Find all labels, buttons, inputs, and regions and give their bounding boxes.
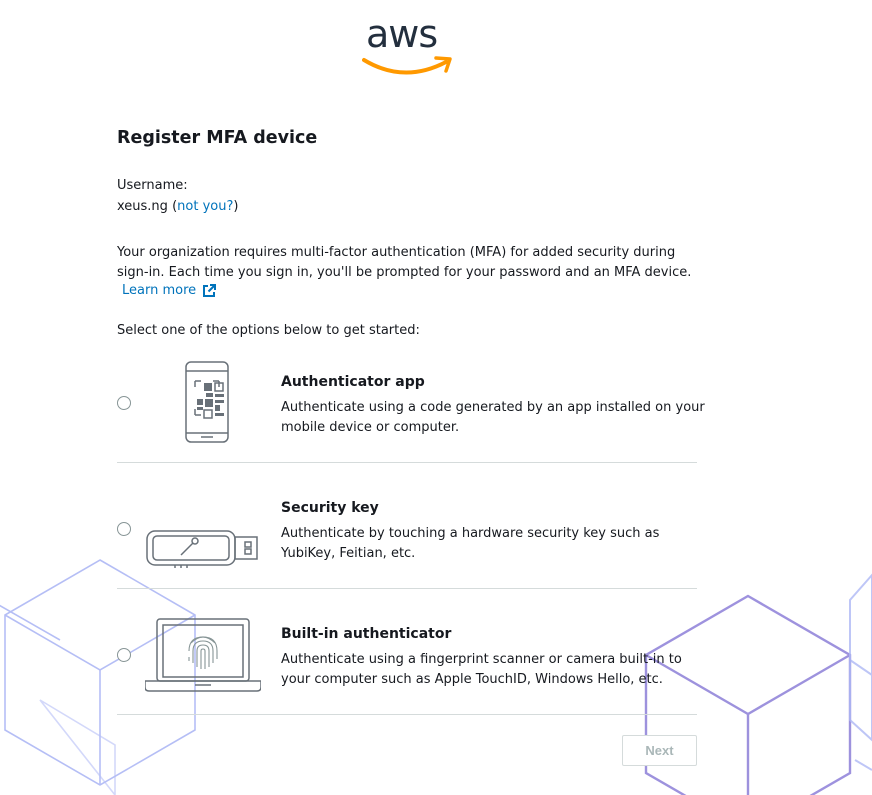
description-line: sign-in. Each time you sign in, you'll b… xyxy=(117,265,692,280)
option-description-line: Authenticate using a code generated by a… xyxy=(281,400,705,415)
option-title: Built-in authenticator xyxy=(281,626,452,642)
username-label: Username: xyxy=(117,178,188,193)
page-title: Register MFA device xyxy=(117,128,318,148)
learn-more-label: Learn more xyxy=(122,283,197,298)
option-built-in-authenticator[interactable]: Built-in authenticator Authenticate usin… xyxy=(117,589,697,715)
learn-more-link[interactable]: Learn more xyxy=(122,283,217,298)
aws-logo: aws xyxy=(362,12,454,75)
select-prompt: Select one of the options below to get s… xyxy=(117,323,420,338)
option-description-line: mobile device or computer. xyxy=(281,420,460,435)
option-title: Security key xyxy=(281,500,379,516)
mfa-description: Your organization requires multi-factor … xyxy=(117,243,697,283)
radio-built-in-authenticator[interactable] xyxy=(117,648,131,662)
option-description: Authenticate by touching a hardware secu… xyxy=(281,524,701,564)
option-description-line: Authenticate by touching a hardware secu… xyxy=(281,526,660,541)
external-link-icon xyxy=(203,283,217,297)
username-value: xeus.ng xyxy=(117,199,168,214)
option-authenticator-app[interactable]: Authenticator app Authenticate using a c… xyxy=(117,337,705,463)
radio-security-key[interactable] xyxy=(117,522,131,536)
option-description: Authenticate using a code generated by a… xyxy=(281,398,705,438)
aws-smile-icon xyxy=(362,56,452,75)
option-description-line: YubiKey, Feitian, etc. xyxy=(281,546,416,561)
laptop-fingerprint-icon xyxy=(145,618,261,692)
paren-close: ) xyxy=(233,199,239,214)
option-description-line: your computer such as Apple TouchID, Win… xyxy=(281,672,663,687)
option-description-line: Authenticate using a fingerprint scanner… xyxy=(281,652,682,667)
option-title: Authenticator app xyxy=(281,374,425,390)
radio-authenticator-app[interactable] xyxy=(117,396,131,410)
username-line: xeus.ng (not you?) xyxy=(117,199,238,214)
aws-logo-text: aws xyxy=(366,12,438,56)
option-divider xyxy=(117,714,697,715)
usb-key-icon xyxy=(146,530,258,568)
option-description: Authenticate using a fingerprint scanner… xyxy=(281,650,701,690)
not-you-link[interactable]: not you? xyxy=(177,199,233,214)
phone-qr-icon xyxy=(185,361,229,443)
option-security-key[interactable]: Security key Authenticate by touching a … xyxy=(117,463,697,589)
description-line: Your organization requires multi-factor … xyxy=(117,245,676,260)
next-button[interactable]: Next xyxy=(622,735,697,766)
